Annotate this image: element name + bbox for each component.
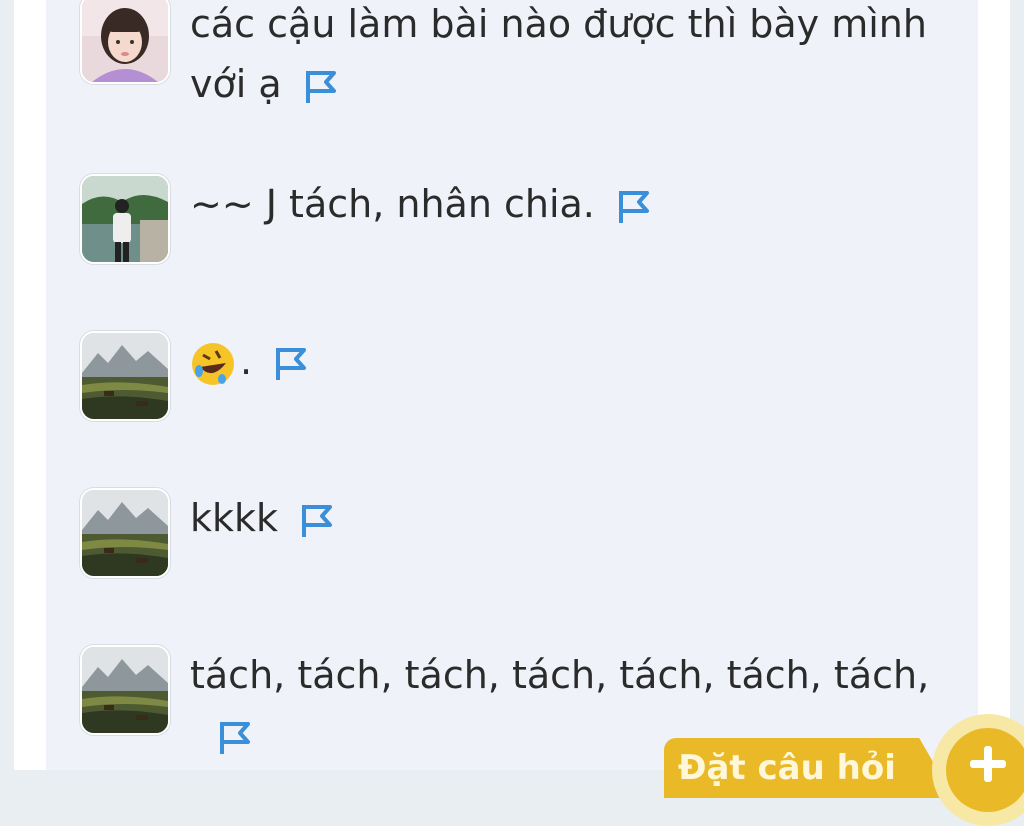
add-question-button[interactable]	[946, 728, 1024, 812]
comment-text: ~~ J tách, nhân chia.	[190, 174, 930, 234]
report-flag-icon[interactable]	[304, 69, 338, 105]
user-avatar[interactable]	[80, 645, 170, 735]
comment-text: các cậu làm bài nào được thì bày mình vớ…	[190, 2, 927, 106]
mountain-landscape-avatar-icon	[82, 490, 168, 576]
report-flag-icon[interactable]	[617, 189, 651, 225]
mountain-landscape-avatar-icon	[82, 333, 168, 419]
user-avatar[interactable]	[80, 488, 170, 578]
report-flag-icon[interactable]	[274, 346, 308, 382]
mountain-landscape-avatar-icon	[82, 647, 168, 733]
ask-question-button[interactable]: Đặt câu hỏi	[664, 738, 954, 798]
rolling-laughing-emoji	[192, 342, 234, 385]
report-flag-icon[interactable]	[300, 503, 334, 539]
report-flag-icon[interactable]	[218, 720, 252, 756]
user-avatar[interactable]	[80, 0, 170, 84]
user-avatar[interactable]	[80, 331, 170, 421]
lakeside-person-avatar-icon	[82, 176, 168, 262]
comment-text: kkkk	[190, 488, 930, 548]
plus-icon	[970, 746, 1006, 782]
girl-avatar-icon	[82, 0, 168, 82]
comment-text: .	[190, 331, 930, 391]
user-avatar[interactable]	[80, 174, 170, 264]
